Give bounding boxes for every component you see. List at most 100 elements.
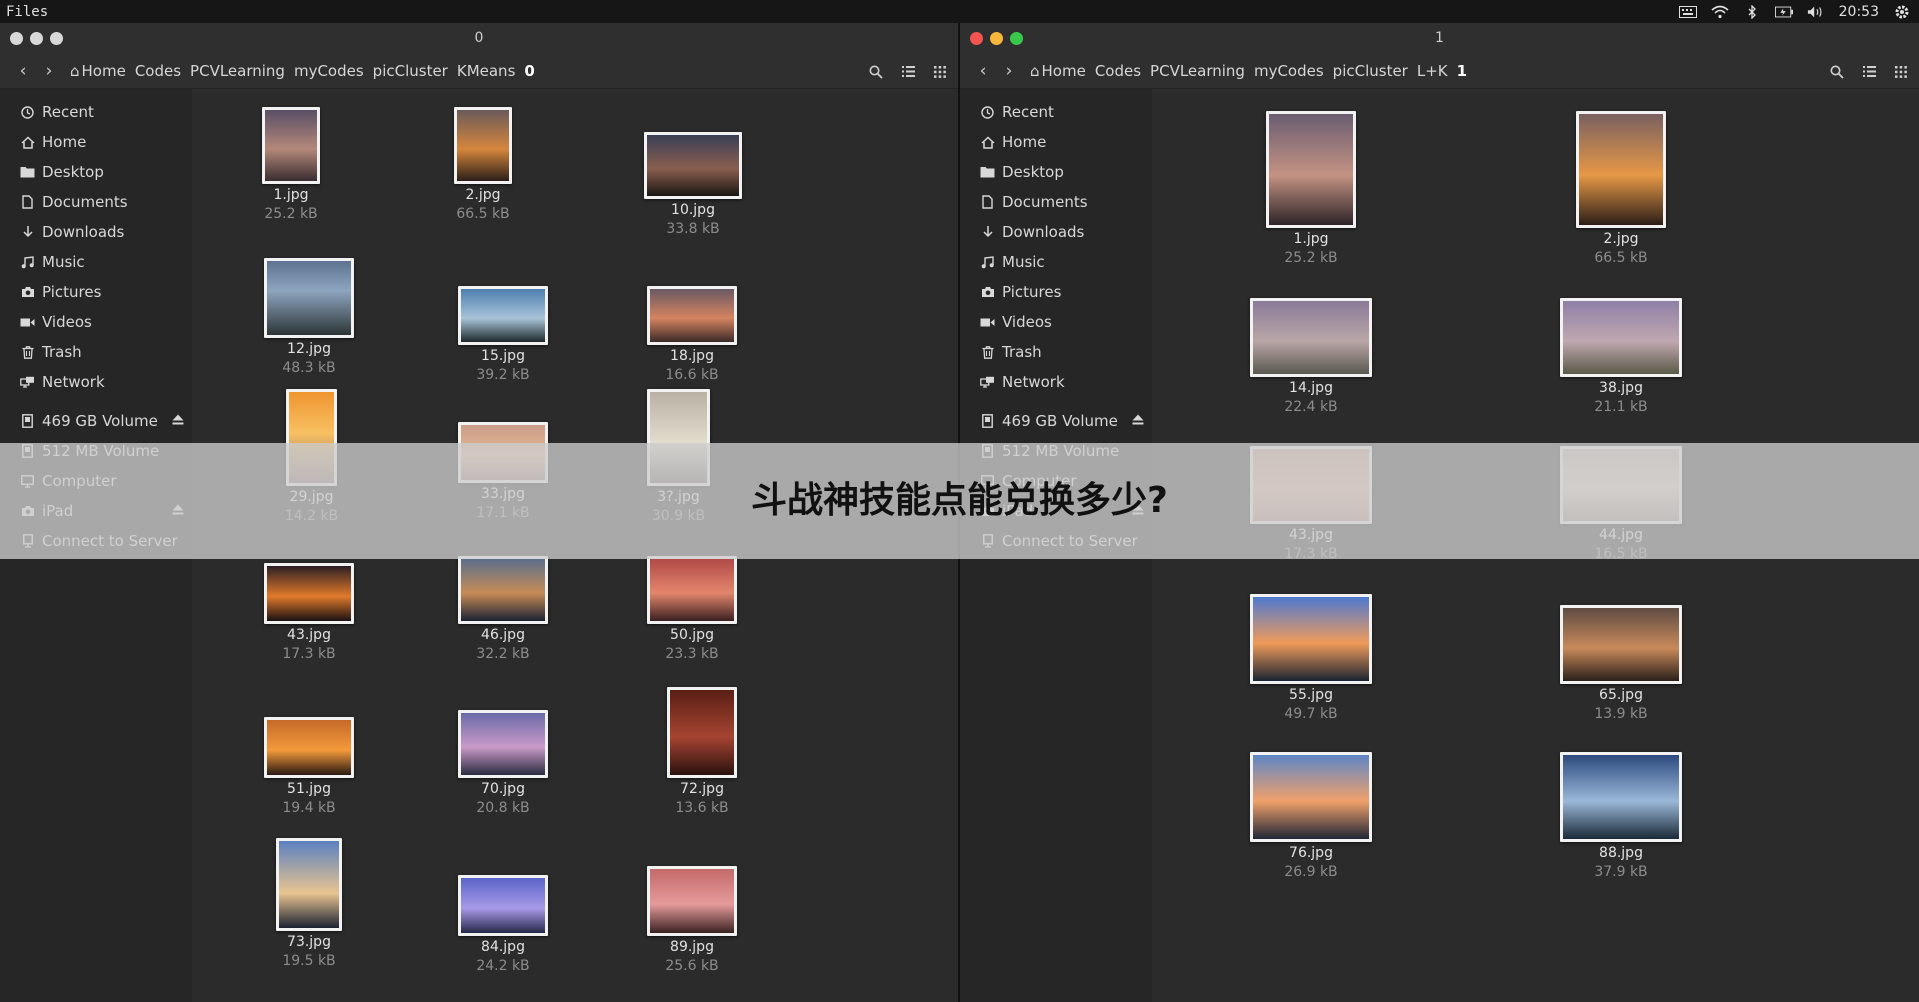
image-thumbnail[interactable] bbox=[458, 710, 548, 778]
drive-icon bbox=[20, 414, 35, 429]
file-size: 49.7 kB bbox=[1284, 706, 1338, 722]
sidebar-item-documents[interactable]: Documents bbox=[960, 187, 1152, 217]
breadcrumb-picCluster[interactable]: picCluster bbox=[1333, 62, 1408, 80]
image-thumbnail[interactable] bbox=[647, 286, 737, 345]
eject-icon[interactable] bbox=[1132, 414, 1144, 428]
file-size: 21.1 kB bbox=[1594, 399, 1648, 415]
sidebar-item-label: 469 GB Volume bbox=[42, 412, 158, 430]
search-icon[interactable] bbox=[866, 62, 886, 82]
minimize-button[interactable] bbox=[990, 32, 1003, 45]
file-name: 72.jpg bbox=[680, 781, 724, 797]
close-button[interactable] bbox=[10, 32, 23, 45]
trash-icon bbox=[20, 345, 35, 360]
sidebar-item-documents[interactable]: Documents bbox=[0, 187, 192, 217]
breadcrumb-home[interactable]: ⌂ Home bbox=[1030, 62, 1086, 80]
minimize-button[interactable] bbox=[30, 32, 43, 45]
sidebar-item-downloads[interactable]: Downloads bbox=[0, 217, 192, 247]
sidebar-item-music[interactable]: Music bbox=[960, 247, 1152, 277]
volume-icon[interactable] bbox=[1807, 5, 1825, 19]
breadcrumb-home[interactable]: ⌂ Home bbox=[70, 62, 126, 80]
breadcrumb-pcvlearning[interactable]: PCVLearning bbox=[190, 62, 285, 80]
file-size: 17.3 kB bbox=[282, 646, 336, 662]
image-thumbnail[interactable] bbox=[1560, 298, 1682, 377]
document-icon bbox=[20, 195, 35, 210]
grid-view-icon[interactable] bbox=[1891, 62, 1911, 82]
maximize-button[interactable] bbox=[50, 32, 63, 45]
sidebar-item-pictures[interactable]: Pictures bbox=[960, 277, 1152, 307]
clock-time[interactable]: 20:53 bbox=[1839, 4, 1879, 20]
image-thumbnail[interactable] bbox=[1250, 298, 1372, 377]
image-thumbnail[interactable] bbox=[264, 258, 354, 338]
image-thumbnail[interactable] bbox=[454, 107, 512, 184]
sidebar-item-pictures[interactable]: Pictures bbox=[0, 277, 192, 307]
image-thumbnail[interactable] bbox=[644, 132, 742, 199]
breadcrumb-mycodes[interactable]: myCodes bbox=[1254, 62, 1324, 80]
image-thumbnail[interactable] bbox=[1560, 605, 1682, 684]
battery-icon[interactable] bbox=[1774, 5, 1793, 19]
sidebar-item-videos[interactable]: Videos bbox=[960, 307, 1152, 337]
breadcrumb: ⌂ Home Codes PCVLearning myCodes picClust… bbox=[70, 62, 535, 80]
breadcrumb-codes[interactable]: Codes bbox=[135, 62, 181, 80]
close-button[interactable] bbox=[970, 32, 983, 45]
document-icon bbox=[980, 195, 995, 210]
back-button[interactable]: ‹ bbox=[970, 58, 996, 84]
sidebar-item-home[interactable]: Home bbox=[0, 127, 192, 157]
gear-icon[interactable] bbox=[1893, 5, 1911, 19]
sidebar-item-469-gb-volume[interactable]: 469 GB Volume bbox=[0, 406, 192, 436]
breadcrumb-picCluster[interactable]: picCluster bbox=[373, 62, 448, 80]
breadcrumb-codes[interactable]: Codes bbox=[1095, 62, 1141, 80]
forward-button[interactable]: › bbox=[996, 58, 1022, 84]
maximize-button[interactable] bbox=[1010, 32, 1023, 45]
file-size: 13.6 kB bbox=[675, 800, 729, 816]
image-thumbnail[interactable] bbox=[458, 286, 548, 345]
sidebar-item-network[interactable]: Network bbox=[960, 367, 1152, 397]
image-thumbnail[interactable] bbox=[264, 563, 354, 624]
breadcrumb-mycodes[interactable]: myCodes bbox=[294, 62, 364, 80]
sidebar-item-recent[interactable]: Recent bbox=[0, 97, 192, 127]
image-thumbnail[interactable] bbox=[1250, 752, 1372, 842]
keyboard-icon[interactable] bbox=[1678, 5, 1697, 19]
window-title: 1 bbox=[1435, 30, 1444, 46]
sidebar-item-trash[interactable]: Trash bbox=[0, 337, 192, 367]
sidebar-item-downloads[interactable]: Downloads bbox=[960, 217, 1152, 247]
list-view-icon[interactable] bbox=[1859, 62, 1879, 82]
image-thumbnail[interactable] bbox=[1560, 752, 1682, 842]
image-thumbnail[interactable] bbox=[262, 107, 320, 184]
sidebar-item-recent[interactable]: Recent bbox=[960, 97, 1152, 127]
bluetooth-icon[interactable] bbox=[1743, 4, 1761, 19]
sidebar-item-trash[interactable]: Trash bbox=[960, 337, 1152, 367]
sidebar-item-desktop[interactable]: Desktop bbox=[0, 157, 192, 187]
download-icon bbox=[980, 225, 995, 240]
image-thumbnail[interactable] bbox=[647, 866, 737, 936]
list-view-icon[interactable] bbox=[898, 62, 918, 82]
image-thumbnail[interactable] bbox=[667, 687, 737, 778]
breadcrumb-current[interactable]: 0 bbox=[524, 62, 534, 80]
image-thumbnail[interactable] bbox=[1266, 111, 1356, 228]
breadcrumb-pcvlearning[interactable]: PCVLearning bbox=[1150, 62, 1245, 80]
sidebar-item-desktop[interactable]: Desktop bbox=[960, 157, 1152, 187]
back-button[interactable]: ‹ bbox=[10, 58, 36, 84]
sidebar-item-network[interactable]: Network bbox=[0, 367, 192, 397]
image-thumbnail[interactable] bbox=[276, 838, 342, 931]
wifi-icon[interactable] bbox=[1711, 5, 1729, 19]
image-thumbnail[interactable] bbox=[264, 717, 354, 778]
forward-button[interactable]: › bbox=[36, 58, 62, 84]
eject-icon[interactable] bbox=[172, 414, 184, 428]
sidebar-item-home[interactable]: Home bbox=[960, 127, 1152, 157]
image-thumbnail[interactable] bbox=[458, 875, 548, 936]
image-thumbnail[interactable] bbox=[1250, 594, 1372, 684]
breadcrumb-current[interactable]: 1 bbox=[1457, 62, 1467, 80]
search-icon[interactable] bbox=[1827, 62, 1847, 82]
breadcrumb-kmeans[interactable]: KMeans bbox=[457, 62, 516, 80]
image-thumbnail[interactable] bbox=[1576, 111, 1666, 228]
sidebar-item-videos[interactable]: Videos bbox=[0, 307, 192, 337]
breadcrumb-lk[interactable]: L+K bbox=[1417, 62, 1448, 80]
sidebar-item-469-gb-volume[interactable]: 469 GB Volume bbox=[960, 406, 1152, 436]
image-thumbnail[interactable] bbox=[647, 556, 737, 624]
image-thumbnail[interactable] bbox=[458, 556, 548, 624]
sidebar-item-label: Documents bbox=[42, 193, 128, 211]
sidebar-item-music[interactable]: Music bbox=[0, 247, 192, 277]
file-name: 2.jpg bbox=[465, 187, 501, 203]
grid-view-icon[interactable] bbox=[930, 62, 950, 82]
network-icon bbox=[980, 375, 995, 390]
